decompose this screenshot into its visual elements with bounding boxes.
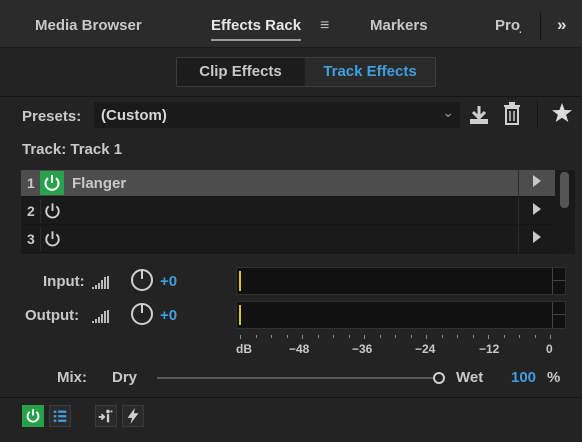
power-icon[interactable] [40,171,64,195]
effects-mode-switch: Clip Effects Track Effects [176,57,436,87]
db-scale-label: −36 [352,342,373,356]
list-icon[interactable] [49,405,71,427]
effect-name: Flanger [72,175,127,192]
active-tab-underline [211,39,302,41]
db-scale-label: −48 [289,342,310,356]
toolbar-divider [537,100,538,128]
db-scale-label: 0 [546,342,553,356]
level-bars-icon [92,310,109,323]
divider [0,96,582,97]
panel-tab-bar: Media Browser Effects Rack ≡ Markers Pro… [0,0,582,48]
tab-properties[interactable]: Proj [495,17,521,34]
meter-end-mark [553,280,565,281]
power-icon[interactable] [22,405,44,427]
output-gain-value[interactable]: +0 [160,307,177,324]
divider [0,397,582,398]
slot-number: 3 [27,231,35,247]
star-icon[interactable] [551,102,573,124]
level-bars-icon [92,276,109,289]
meter-end-tick [552,268,553,294]
effects-rack-panel: Media Browser Effects Rack ≡ Markers Pro… [0,0,582,442]
tab-effects-rack[interactable]: Effects Rack [211,17,302,41]
tab-media-browser[interactable]: Media Browser [35,17,142,34]
meter-end-mark [553,314,565,315]
mix-dry-label: Dry [112,369,138,386]
presets-dropdown[interactable]: (Custom) ⌄ [94,102,460,128]
peak-indicator [239,305,241,325]
db-scale-label: dB [236,342,252,356]
rack-scrollbar[interactable] [560,172,569,208]
track-effects-button[interactable]: Track Effects [305,58,435,86]
slot-number: 2 [27,203,35,219]
mix-wet-label: Wet [456,369,484,386]
db-scale-label: −24 [415,342,436,356]
presets-value: (Custom) [101,107,167,124]
mix-label: Mix: [57,369,87,386]
input-level-meter [236,267,566,295]
meter-end-tick [552,302,553,328]
slot-divider [518,198,519,225]
output-gain-knob[interactable] [130,302,154,326]
input-gain-value[interactable]: +0 [160,273,177,290]
db-scale: dB −48 −36 −24 −12 0 [236,335,566,357]
mix-slider-thumb[interactable] [433,372,445,384]
slot-menu-arrow-icon[interactable] [533,231,541,243]
routing-icon[interactable] [95,405,117,427]
db-scale-label: −12 [479,342,500,356]
slot-menu-arrow-icon[interactable] [533,203,541,215]
tab-divider [540,12,541,40]
tab-markers[interactable]: Markers [370,17,428,34]
power-icon[interactable] [40,227,64,251]
tab-effects-rack-label: Effects Rack [211,17,302,34]
rack-slot[interactable]: 3 [21,226,555,253]
chevron-down-icon: ⌄ [442,104,454,120]
slot-divider [518,170,519,197]
mix-unit: % [547,369,561,386]
rack-slot[interactable]: 1 Flanger [21,170,555,197]
mix-value[interactable]: 100 [511,369,536,386]
presets-label: Presets: [22,108,82,125]
output-level-meter [236,301,566,329]
lightning-icon[interactable] [122,405,144,427]
effects-rack-list: 1 Flanger 2 3 [21,170,575,254]
track-name: Track: Track 1 [22,141,123,158]
output-label: Output: [25,307,80,324]
mix-slider-track[interactable] [157,377,439,379]
rack-slot[interactable]: 2 [21,198,555,225]
slot-menu-arrow-icon[interactable] [533,175,541,187]
hamburger-icon[interactable]: ≡ [320,17,329,35]
clip-effects-button[interactable]: Clip Effects [177,58,304,86]
peak-indicator [239,271,241,291]
input-gain-knob[interactable] [130,268,154,292]
slot-number: 1 [27,175,35,191]
overflow-chevron-icon[interactable]: » [557,15,566,35]
trash-icon[interactable] [502,102,522,126]
power-icon[interactable] [40,199,64,223]
db-scale-ticks [240,335,551,339]
slot-divider [518,226,519,253]
download-icon[interactable] [468,104,490,126]
input-label: Input: [43,273,85,290]
